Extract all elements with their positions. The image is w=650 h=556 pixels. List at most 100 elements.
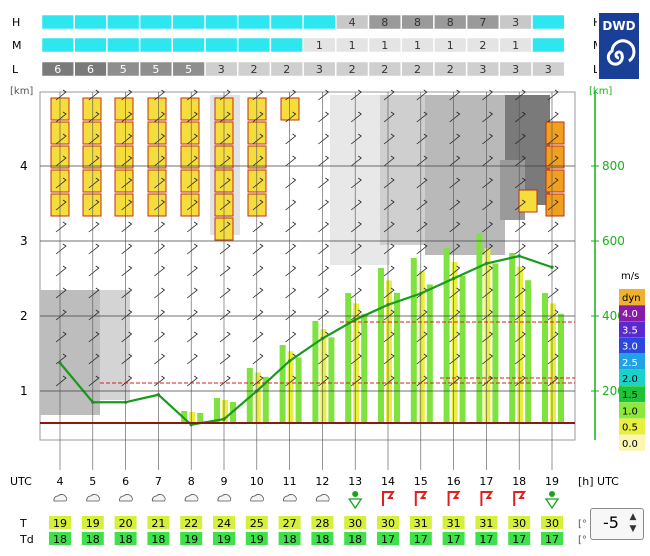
right-axis-tick: 800 [602,159,625,173]
legend-label: 4.0 [622,309,638,320]
cloud-row-value: 8 [447,16,454,29]
legend: m/s dyn 4.0 3.5 3.0 2.5 2.0 1.5 1.0 0.5 0.0 [619,271,645,451]
thunder-icon [382,491,395,506]
cloud-row-cell [107,14,140,30]
right-axis-tick: 600 [602,234,625,248]
t-value: 31 [414,517,428,530]
cloud-row-value: 2 [414,63,421,76]
td-value: 18 [315,533,329,546]
cloud-row-value: 1 [349,39,356,52]
vertical-velocity-bar [410,258,417,423]
cloud-row-value: 8 [381,16,388,29]
cloud-rows: HH488873MM1111121LL6655532232222333 [12,14,603,77]
cloud-row-cell [139,14,173,30]
cloud-cell [82,145,102,169]
td-value: 17 [545,533,559,546]
cloud-cell [82,121,102,145]
cloud-row-label: H [12,16,20,29]
td-value: 17 [479,533,493,546]
td-value: 18 [119,533,133,546]
cloud-cell [114,193,134,217]
td-unit: [° [578,535,587,546]
cloud-cell [82,169,102,193]
vertical-velocity-bar [550,303,556,423]
cloud-row-cell [107,37,140,53]
vertical-velocity-bar [189,411,196,423]
vertical-velocity-bar [517,266,524,423]
cloud-row-value: 5 [185,63,192,76]
t-unit: [° [578,519,587,530]
vertical-velocity-bar [542,293,548,423]
cloud-row-value: 1 [414,39,421,52]
left-axis-tick: 2 [20,309,28,323]
cloud-row-value: 1 [512,39,519,52]
utc-label-right: [h] UTC [578,475,619,488]
cloud-cell [280,97,300,121]
spinner-up-icon[interactable]: ▲ [627,511,639,523]
thunder-icon [414,491,428,506]
thunder-icon [513,491,527,506]
cloud-row-cell [532,37,565,53]
cloud-row-label: L [12,63,19,76]
vertical-velocity-bar [394,292,400,423]
cloud-row-cell [270,37,303,53]
offset-spinner[interactable]: -5 ▲ ▼ [590,508,644,540]
cloud-icon [283,494,297,502]
cloud-cell [545,193,565,217]
vertical-velocity-bar [386,280,392,423]
cloud-row-value: 1 [447,39,454,52]
cloud-row-cell [139,37,173,53]
hour-label: 13 [348,475,362,488]
hour-label: 17 [479,475,493,488]
cloud-row-value: 2 [349,63,356,76]
cloud-row-value: 3 [512,63,519,76]
hour-label: 15 [414,475,428,488]
cloud-row-cell [41,37,74,53]
cloud-cell [545,145,565,169]
legend-label: 3.5 [622,325,638,336]
meteogram: HH488873MM1111121LL6655532232222333 [km]… [10,11,645,546]
vertical-velocity-bar [476,233,483,423]
vertical-velocity-bar [492,263,499,423]
td-value: 17 [512,533,526,546]
cloud-cell [147,97,167,121]
vertical-velocity-bar [459,276,466,423]
cloud-cell [180,121,200,145]
t-value: 27 [283,517,297,530]
dwd-logo[interactable]: DWD [597,11,641,81]
cloud-row-value: 3 [218,63,225,76]
vertical-velocity-bar [279,345,286,423]
cloud-row-value: 6 [87,63,94,76]
t-value: 30 [381,517,395,530]
thunder-icon [447,491,461,506]
hour-label: 16 [447,475,461,488]
cloud-row-value: 2 [381,63,388,76]
cloud-cell [518,189,538,213]
t-value: 22 [184,517,198,530]
t-row-label: T [19,517,27,530]
legend-label: 1.0 [622,406,638,417]
hour-label: 12 [315,475,329,488]
cloud-row-cell [41,14,74,30]
td-value: 17 [447,533,461,546]
vertical-velocity-bar [197,412,204,423]
hour-label: 18 [512,475,526,488]
vertical-velocity-bar [361,313,368,423]
vertical-velocity-bar [345,293,352,423]
t-value: 19 [86,517,100,530]
shower-icon [352,491,359,497]
cloud-row-cell [303,14,336,30]
cloud-row-cell [74,37,107,53]
logo-text: DWD [602,19,635,33]
cloud-row-cell [172,14,205,30]
shower-triangle-icon [347,498,363,510]
td-value: 18 [151,533,165,546]
cloud-row-value: 8 [414,16,421,29]
spinner-down-icon[interactable]: ▼ [627,523,639,535]
cloud-row-cell [532,14,565,30]
cloud-row-value: 2 [251,63,258,76]
left-axis-unit: [km] [10,86,33,97]
hour-label: 14 [381,475,395,488]
cloud-icon [217,494,232,502]
vertical-velocity-bar [295,357,302,423]
